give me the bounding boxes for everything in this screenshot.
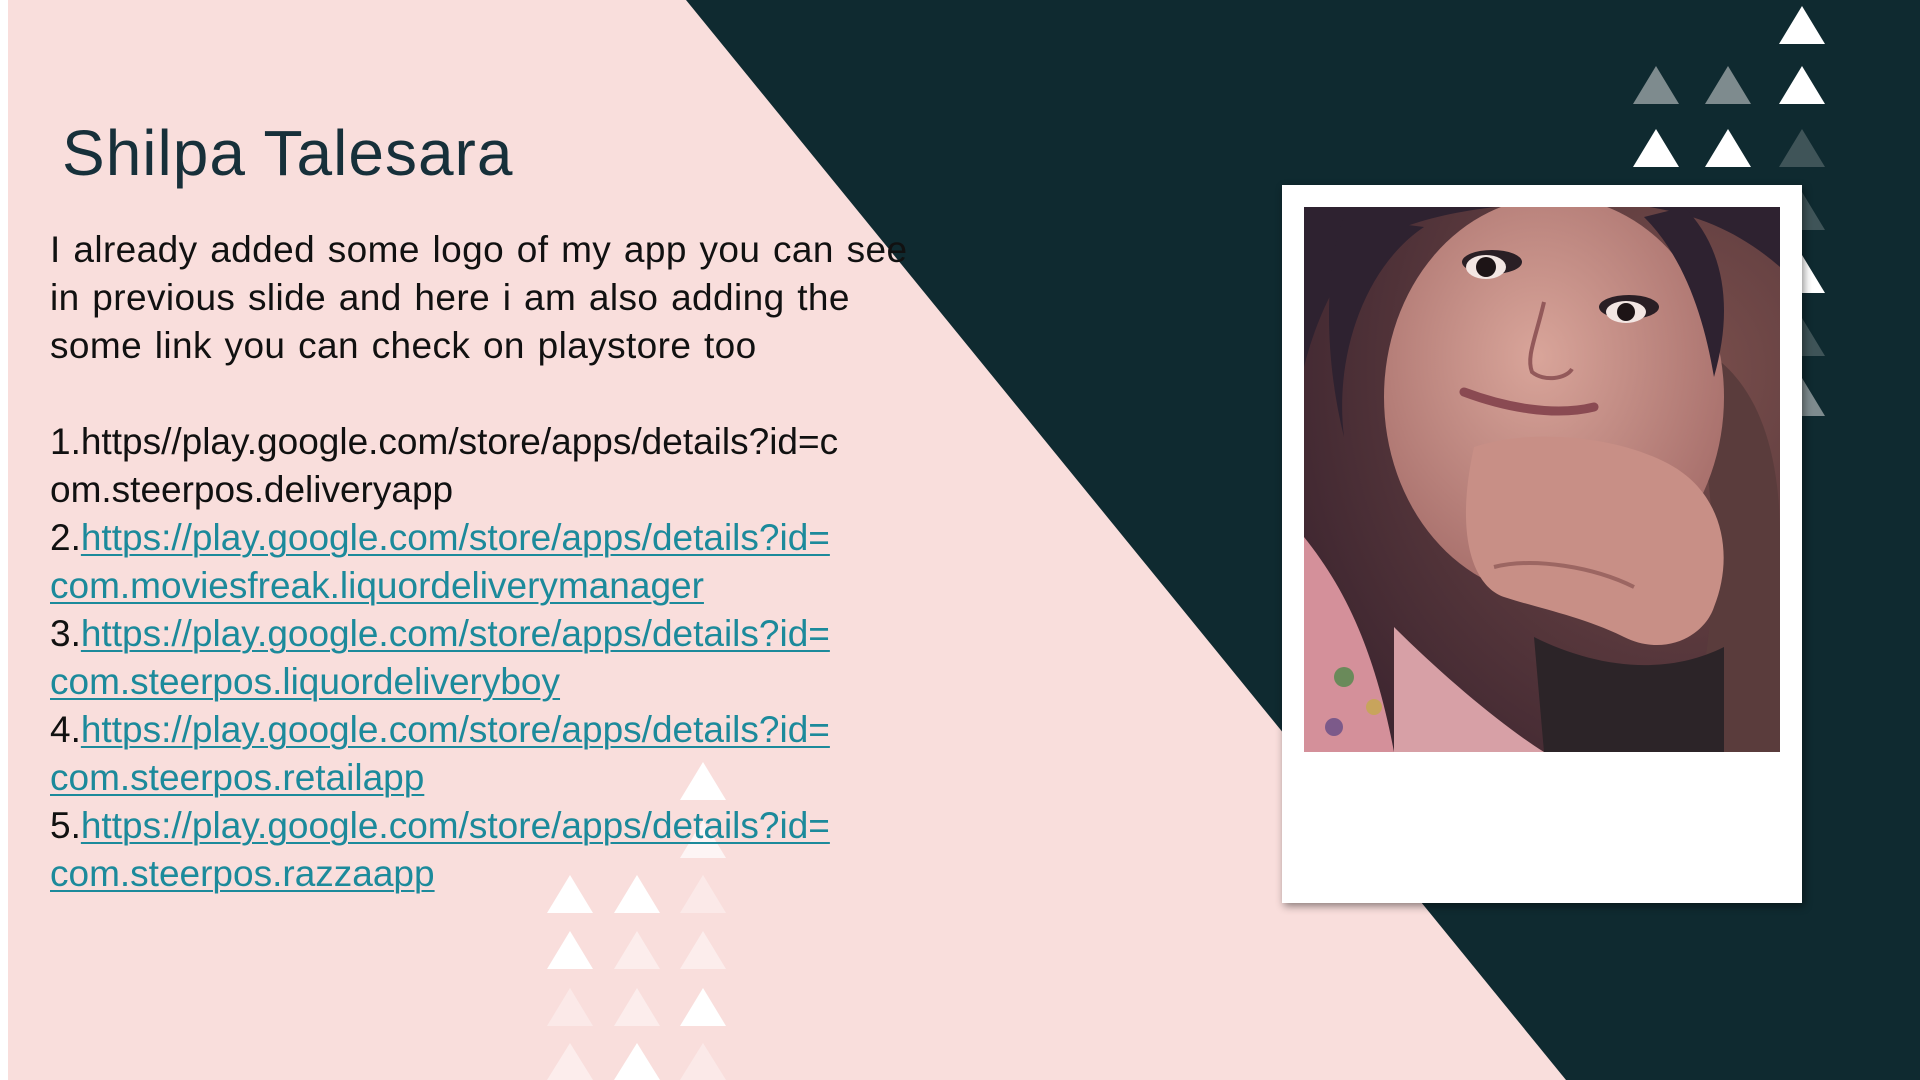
list-item-number: 4. xyxy=(50,709,81,750)
polaroid-photo-frame xyxy=(1282,185,1802,903)
list-item: 4.https://play.google.com/store/apps/det… xyxy=(50,706,910,802)
list-item: 3.https://play.google.com/store/apps/det… xyxy=(50,610,910,706)
hyperlink-url-line1[interactable]: https://play.google.com/store/apps/detai… xyxy=(81,805,830,846)
link-url-line1: https//play.google.com/store/apps/detail… xyxy=(80,421,839,462)
portrait-photo xyxy=(1304,207,1780,752)
link-url-line2: om.steerpos.deliveryapp xyxy=(50,469,454,510)
list-item-number: 1. xyxy=(50,421,81,462)
slide-title: Shilpa Talesara xyxy=(62,117,514,189)
list-item-number: 5. xyxy=(50,805,81,846)
list-item: 5.https://play.google.com/store/apps/det… xyxy=(50,802,910,898)
triangle-decoration xyxy=(1779,129,1825,167)
hyperlink-url-line2[interactable]: com.steerpos.retailapp xyxy=(50,754,910,802)
app-links-list: 1.https//play.google.com/store/apps/deta… xyxy=(50,418,910,898)
triangle-decoration xyxy=(1633,129,1679,167)
triangle-decoration xyxy=(1779,66,1825,104)
list-item-number: 3. xyxy=(50,613,81,654)
triangle-decoration xyxy=(1779,6,1825,44)
hyperlink-url-line2[interactable]: com.steerpos.liquordeliveryboy xyxy=(50,658,910,706)
intro-paragraph: I already added some logo of my app you … xyxy=(50,229,908,366)
triangle-decoration xyxy=(1705,66,1751,104)
list-item-number: 2. xyxy=(50,517,81,558)
hyperlink-url-line1[interactable]: https://play.google.com/store/apps/detai… xyxy=(81,613,830,654)
hyperlink-url-line2[interactable]: com.moviesfreak.liquordeliverymanager xyxy=(50,562,910,610)
triangle-decoration xyxy=(1705,129,1751,167)
slide-left-edge xyxy=(0,0,8,1080)
hyperlink-url-line2[interactable]: com.steerpos.razzaapp xyxy=(50,850,910,898)
hyperlink-url-line1[interactable]: https://play.google.com/store/apps/detai… xyxy=(81,517,830,558)
hyperlink-url-line1[interactable]: https://play.google.com/store/apps/detai… xyxy=(81,709,830,750)
triangle-decoration xyxy=(1633,66,1679,104)
slide: Shilpa Talesara I already added some log… xyxy=(0,0,1920,1080)
list-item: 2.https://play.google.com/store/apps/det… xyxy=(50,514,910,610)
list-item: 1.https//play.google.com/store/apps/deta… xyxy=(50,418,910,514)
portrait-illustration xyxy=(1304,207,1780,752)
